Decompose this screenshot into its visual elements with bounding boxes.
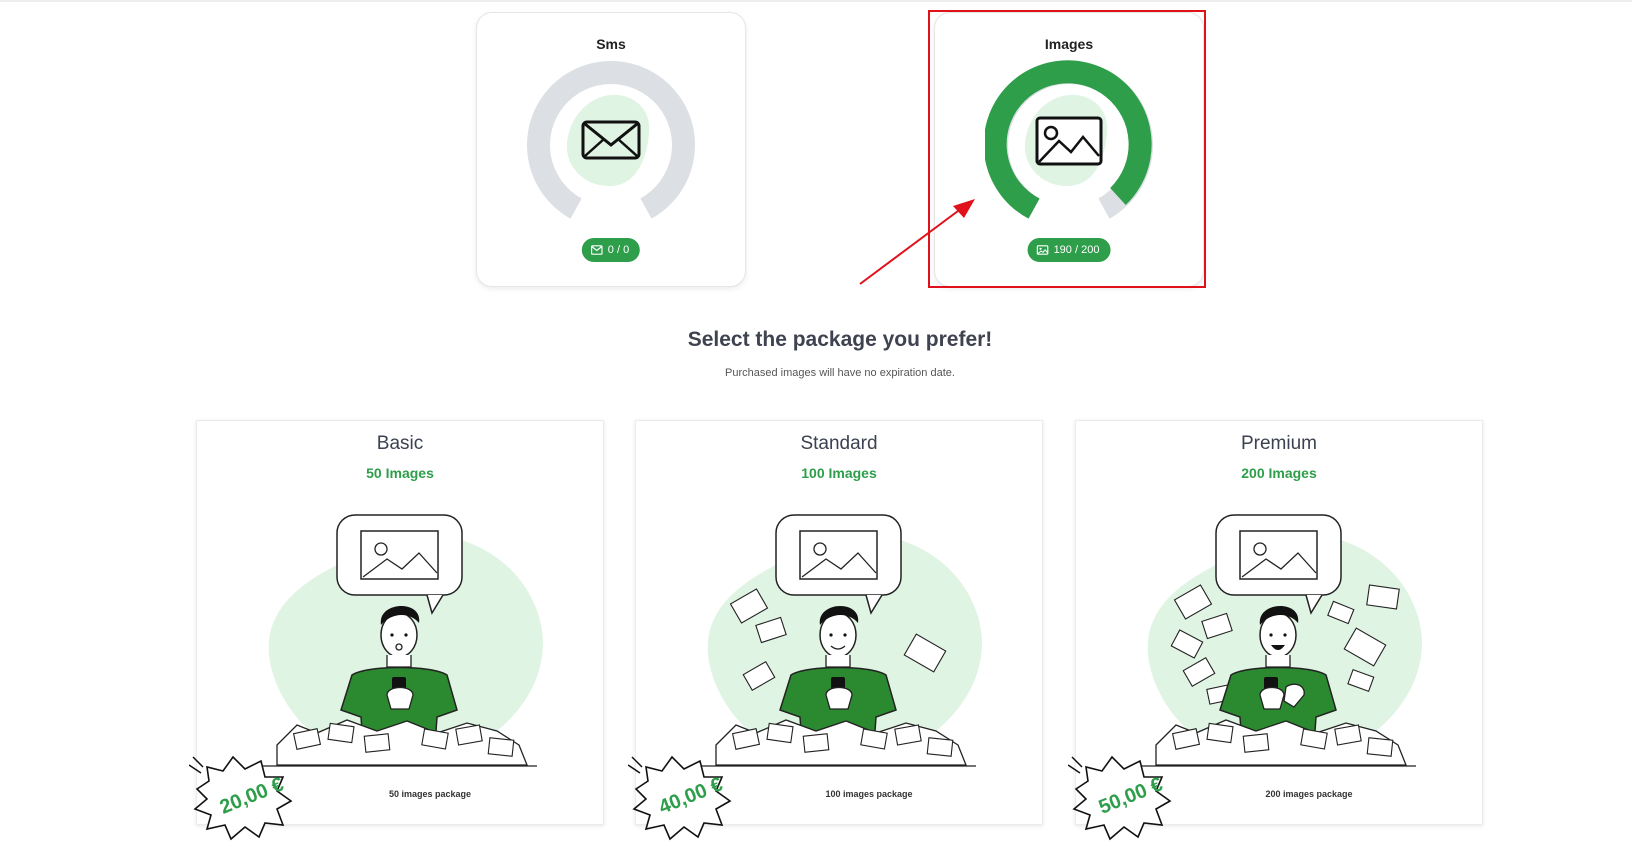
package-image-count: 200 Images (1241, 465, 1317, 481)
package-illustration (257, 514, 543, 767)
package-card-premium[interactable]: Premium 200 Images 50,00 € 200 images pa… (1068, 420, 1483, 841)
page-subtitle: Purchased images will have no expiration… (725, 367, 955, 379)
package-illustration (1136, 514, 1422, 767)
package-description: 50 images package (388, 789, 472, 799)
top-divider (0, 0, 1632, 2)
sms-usage-title: Sms (596, 36, 626, 52)
package-image-count: 100 Images (801, 465, 877, 481)
package-image-count: 50 Images (366, 465, 434, 481)
sms-usage-card[interactable]: Sms 0 / 0 (476, 12, 746, 287)
envelope-icon (590, 245, 603, 255)
sms-usage-gauge (527, 61, 695, 219)
page-title: Select the package you prefer! (687, 328, 993, 351)
package-name: Basic (376, 433, 424, 454)
package-description: 200 images package (1265, 789, 1353, 799)
sms-usage-badge: 0 / 0 (581, 238, 641, 262)
package-description: 100 images package (825, 789, 913, 799)
package-illustration (696, 514, 982, 767)
package-name: Standard (800, 433, 878, 454)
package-name: Premium (1240, 433, 1317, 454)
red-arrow-icon (859, 199, 975, 285)
package-card-basic[interactable]: Basic 50 Images 20,00 € 50 images packag… (189, 420, 604, 841)
package-card-standard[interactable]: Standard 100 Images 40,00 € 100 images p… (628, 420, 1043, 841)
sms-usage-count: 0 / 0 (607, 244, 630, 256)
